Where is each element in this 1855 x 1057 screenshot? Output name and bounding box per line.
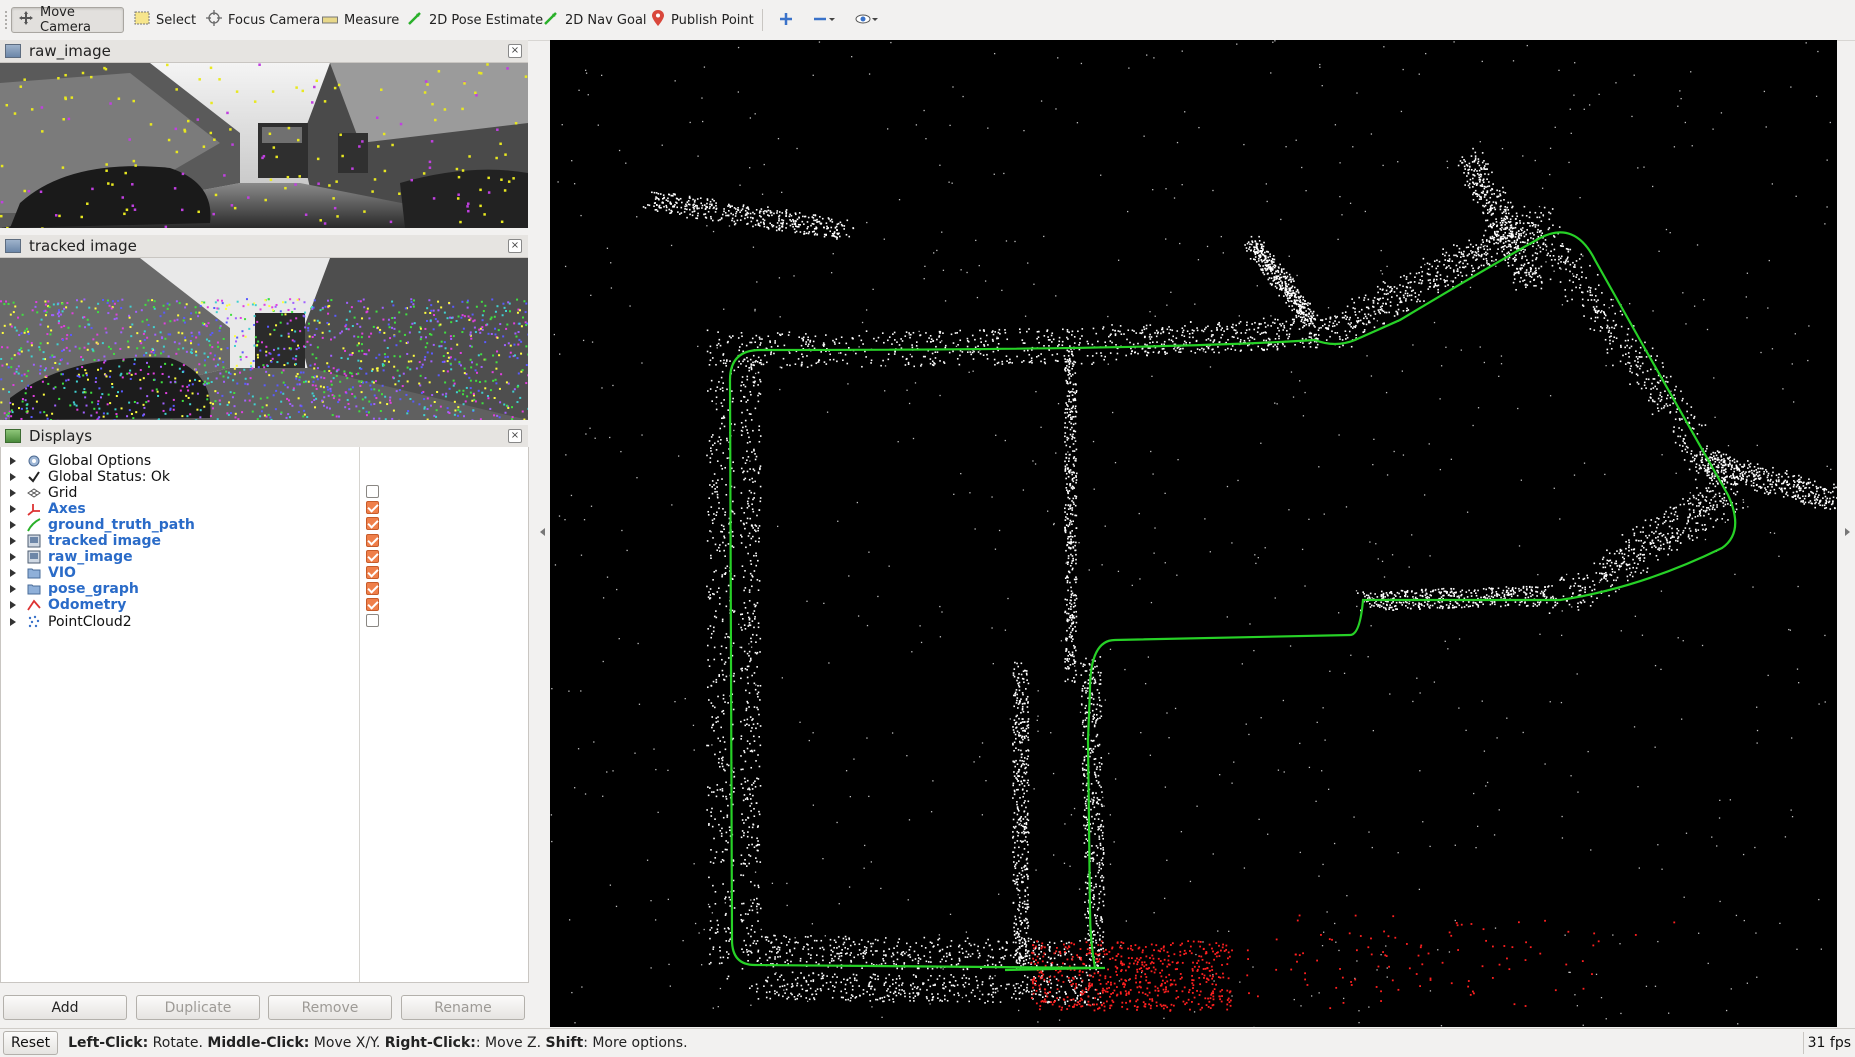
expand-arrow-icon[interactable] [10,505,16,513]
displays-tree: Global OptionsGlobal Status: OkGridAxesg… [0,447,529,983]
measure-tool[interactable]: Measure [316,7,405,33]
main-toolbar: Move Camera Select Focus Camera Measure … [0,0,1855,41]
display-item-label: Grid [48,485,77,501]
eye-icon [855,11,871,27]
raw-image-view [0,63,528,228]
display-enable-checkbox[interactable] [366,501,379,514]
display-enable-checkbox[interactable] [366,534,379,547]
remove-button[interactable]: Remove [268,995,392,1020]
expand-arrow-icon[interactable] [10,457,16,465]
display-item-label: VIO [48,565,76,581]
expand-arrow-icon[interactable] [10,521,16,529]
raw-camera-image [0,63,528,228]
close-icon[interactable]: × [508,44,522,58]
duplicate-button[interactable]: Duplicate [136,995,260,1020]
scene-canvas[interactable] [550,40,1837,1027]
display-item-label: Global Status: Ok [48,469,170,485]
folder-icon [26,582,41,597]
view-tool-dropdown[interactable] [855,11,879,27]
expand-arrow-icon[interactable] [10,585,16,593]
grid-icon [26,485,41,500]
status-bar: Reset Left-Click: Rotate. Middle-Click: … [0,1028,1855,1057]
pose-estimate-tool[interactable]: 2D Pose Estimate [401,7,549,33]
expand-arrow-icon[interactable] [10,553,16,561]
raw-image-panel-title: raw_image × [0,40,528,63]
chevron-down-icon [828,15,836,23]
collapse-right-icon[interactable] [1845,528,1850,536]
expand-arrow-icon[interactable] [10,618,16,626]
expand-arrow-icon[interactable] [10,601,16,609]
image-icon [26,534,41,549]
display-enable-checkbox[interactable] [366,566,379,579]
add-tool-icon[interactable] [778,11,794,31]
image-icon [26,550,41,565]
move-camera-tool[interactable]: Move Camera [11,7,124,33]
nav-goal-tool[interactable]: 2D Nav Goal [537,7,653,33]
axes-icon [26,501,41,516]
render-viewport[interactable] [550,40,1837,1027]
remove-tool-dropdown[interactable] [812,11,836,27]
monitor-icon [5,429,21,443]
move-camera-icon [18,10,34,30]
left-splitter[interactable] [530,40,548,1027]
image-icon [5,239,21,253]
toolbar-separator [762,9,763,31]
minus-icon [812,11,828,27]
display-item-label: Global Options [48,453,151,469]
tracked-image-panel-title: tracked image × [0,235,528,258]
nav-goal-icon [543,10,559,30]
display-item-label: Odometry [48,597,126,613]
publish-point-tool[interactable]: Publish Point [645,7,760,33]
pointcloud-icon [26,614,41,629]
close-icon[interactable]: × [508,239,522,253]
display-enable-checkbox[interactable] [366,517,379,530]
expand-arrow-icon[interactable] [10,489,16,497]
tracked-image-view [0,258,528,420]
reset-button[interactable]: Reset [3,1031,58,1055]
add-button[interactable]: Add [3,995,127,1020]
display-item-label: ground_truth_path [48,517,195,533]
display-item-label: pose_graph [48,581,139,597]
pose-estimate-icon [407,10,423,30]
display-enable-checkbox[interactable] [366,598,379,611]
focus-camera-icon [206,10,222,30]
expand-arrow-icon[interactable] [10,537,16,545]
folder-icon [26,566,41,581]
display-item-label: Axes [48,501,86,517]
toolbar-grip[interactable] [4,10,8,30]
tracked-camera-image [0,258,528,420]
fps-counter: 31 fps [1803,1032,1855,1054]
mouse-hint: Left-Click: Rotate. Middle-Click: Move X… [68,1035,687,1051]
display-item-pointcloud2[interactable]: PointCloud2 [1,612,528,631]
display-enable-checkbox[interactable] [366,582,379,595]
expand-arrow-icon[interactable] [10,473,16,481]
image-icon [5,44,21,58]
select-tool[interactable]: Select [128,7,202,33]
collapse-left-icon[interactable] [540,528,545,536]
close-icon[interactable]: × [508,429,522,443]
display-enable-checkbox[interactable] [366,485,379,498]
publish-point-icon [651,9,665,31]
display-enable-checkbox[interactable] [366,614,379,627]
displays-panel-title: Displays × [0,425,528,448]
display-item-label: PointCloud2 [48,614,132,630]
chevron-down-icon [871,15,879,23]
rename-button[interactable]: Rename [401,995,525,1020]
path-icon [26,517,41,532]
expand-arrow-icon[interactable] [10,569,16,577]
display-item-label: tracked image [48,533,161,549]
checkmark-icon [26,469,41,484]
focus-camera-tool[interactable]: Focus Camera [200,7,326,33]
display-item-label: raw_image [48,549,133,565]
gear-icon [26,453,41,468]
display-enable-checkbox[interactable] [366,550,379,563]
select-icon [134,11,150,29]
odometry-icon [26,598,41,613]
measure-icon [322,13,338,28]
